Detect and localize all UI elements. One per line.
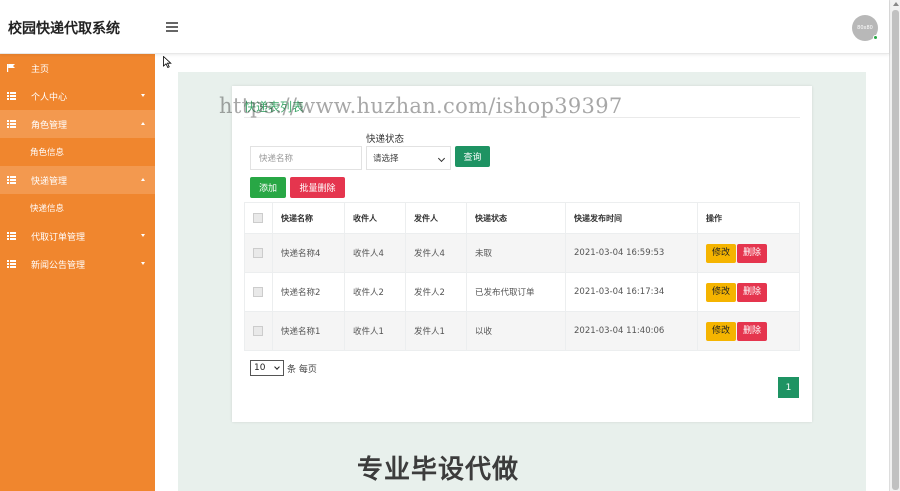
cell-sender: 发件人2 bbox=[405, 272, 467, 312]
list-icon bbox=[7, 120, 16, 128]
sidebar-item-label: 代取订单管理 bbox=[31, 232, 86, 243]
row-checkbox[interactable] bbox=[253, 325, 263, 336]
cell-time: 2021-03-04 16:59:53 bbox=[565, 233, 698, 273]
cell-status: 以收 bbox=[466, 311, 566, 351]
edit-button[interactable]: 修改 bbox=[706, 282, 736, 302]
hamburger-menu-icon[interactable] bbox=[166, 22, 178, 32]
sidebar-item-express-management[interactable]: 快递管理 bbox=[0, 166, 155, 194]
status-select[interactable]: 请选择 bbox=[366, 146, 451, 170]
scroll-up-arrow-icon[interactable] bbox=[893, 2, 899, 6]
cell-status: 未取 bbox=[466, 233, 566, 273]
watermark-text: https://www.huzhan.com/ishop39397 bbox=[219, 94, 623, 118]
column-header: 收件人 bbox=[344, 202, 406, 234]
cell-name: 快递名称2 bbox=[272, 272, 345, 312]
promo-text: 专业毕设代做 bbox=[357, 455, 520, 485]
page-button-current[interactable]: 1 bbox=[778, 377, 799, 398]
status-select-value: 请选择 bbox=[373, 154, 399, 164]
status-filter-label: 快递状态 bbox=[366, 134, 405, 145]
cell-actions: 修改 删除 bbox=[697, 311, 800, 351]
list-icon bbox=[7, 92, 16, 100]
sidebar-item-news-management[interactable]: 新闻公告管理 bbox=[0, 250, 155, 278]
avatar-text: 80x80 bbox=[857, 25, 873, 31]
search-button[interactable]: 查询 bbox=[455, 146, 490, 167]
page-size-value: 10 bbox=[254, 363, 266, 373]
flag-icon bbox=[7, 64, 15, 72]
row-select-cell bbox=[244, 272, 273, 312]
batch-delete-button[interactable]: 批量删除 bbox=[290, 177, 345, 198]
column-header: 发件人 bbox=[405, 202, 467, 234]
page-scrollbar[interactable] bbox=[889, 0, 900, 491]
delete-button[interactable]: 删除 bbox=[737, 243, 767, 263]
table-header-row: 快递名称 收件人 发件人 快递状态 快递发布时间 操作 bbox=[244, 202, 800, 234]
sidebar-item-label: 快递管理 bbox=[31, 176, 68, 187]
cell-actions: 修改 删除 bbox=[697, 272, 800, 312]
column-header: 快递发布时间 bbox=[565, 202, 698, 234]
express-name-input[interactable]: 快递名称 bbox=[250, 146, 362, 170]
table-row: 快递名称2 收件人2 发件人2 已发布代取订单 2021-03-04 16:17… bbox=[244, 272, 800, 312]
list-icon bbox=[7, 176, 16, 184]
sidebar-item-label: 个人中心 bbox=[31, 92, 68, 103]
column-header: 操作 bbox=[697, 202, 800, 234]
row-checkbox[interactable] bbox=[253, 286, 263, 297]
table-row: 快递名称1 收件人1 发件人1 以收 2021-03-04 11:40:06 修… bbox=[244, 311, 800, 351]
online-status-dot bbox=[873, 35, 878, 40]
cell-name: 快递名称1 bbox=[272, 311, 345, 351]
cell-time: 2021-03-04 16:17:34 bbox=[565, 272, 698, 312]
add-button[interactable]: 添加 bbox=[250, 177, 286, 198]
sidebar-item-label: 角色管理 bbox=[31, 120, 68, 131]
cell-sender: 发件人4 bbox=[405, 233, 467, 273]
chevron-down-icon bbox=[437, 154, 446, 163]
chevron-up-icon bbox=[141, 178, 145, 181]
row-checkbox[interactable] bbox=[253, 247, 263, 258]
avatar[interactable]: 80x80 bbox=[852, 15, 878, 41]
chevron-down-icon bbox=[141, 94, 145, 97]
select-all-cell bbox=[244, 202, 273, 234]
cell-receiver: 收件人4 bbox=[344, 233, 406, 273]
select-all-checkbox[interactable] bbox=[253, 213, 263, 223]
sidebar-item-personal-center[interactable]: 个人中心 bbox=[0, 82, 155, 110]
top-header: 校园快递代取系统 80x80 bbox=[0, 0, 889, 54]
cell-time: 2021-03-04 11:40:06 bbox=[565, 311, 698, 351]
page-size-label: 条 每页 bbox=[287, 365, 317, 375]
cell-actions: 修改 删除 bbox=[697, 233, 800, 273]
sidebar-item-role-management[interactable]: 角色管理 bbox=[0, 110, 155, 138]
scrollbar-thumb[interactable] bbox=[892, 10, 899, 490]
cell-status: 已发布代取订单 bbox=[466, 272, 566, 312]
row-select-cell bbox=[244, 233, 273, 273]
sidebar-item-label: 新闻公告管理 bbox=[31, 260, 86, 271]
list-icon bbox=[7, 232, 16, 240]
delete-button[interactable]: 删除 bbox=[737, 321, 767, 341]
sidebar-item-home[interactable]: 主页 bbox=[0, 54, 155, 82]
sidebar: 主页 个人中心 角色管理 角色信息 快递管理 快递信息 代取订单管理 新闻公告管… bbox=[0, 54, 155, 491]
edit-button[interactable]: 修改 bbox=[706, 321, 736, 341]
row-select-cell bbox=[244, 311, 273, 351]
express-table: 快递名称 收件人 发件人 快递状态 快递发布时间 操作 快递名称4 收件人4 发… bbox=[244, 202, 800, 351]
cell-name: 快递名称4 bbox=[272, 233, 345, 273]
sidebar-item-order-management[interactable]: 代取订单管理 bbox=[0, 222, 155, 250]
table-row: 快递名称4 收件人4 发件人4 未取 2021-03-04 16:59:53 修… bbox=[244, 233, 800, 273]
edit-button[interactable]: 修改 bbox=[706, 243, 736, 263]
chevron-up-icon bbox=[141, 122, 145, 125]
chevron-down-icon bbox=[141, 234, 145, 237]
column-header: 快递名称 bbox=[272, 202, 345, 234]
app-title: 校园快递代取系统 bbox=[8, 21, 120, 37]
chevron-down-icon bbox=[141, 262, 145, 265]
cell-receiver: 收件人1 bbox=[344, 311, 406, 351]
delete-button[interactable]: 删除 bbox=[737, 282, 767, 302]
page-size-select[interactable]: 10 bbox=[250, 360, 284, 376]
list-icon bbox=[7, 260, 16, 268]
column-header: 快递状态 bbox=[466, 202, 566, 234]
cell-receiver: 收件人2 bbox=[344, 272, 406, 312]
sidebar-item-label: 主页 bbox=[31, 64, 50, 75]
sidebar-subitem-role-info[interactable]: 角色信息 bbox=[0, 138, 155, 166]
chevron-down-icon bbox=[274, 364, 280, 370]
sidebar-subitem-express-info[interactable]: 快递信息 bbox=[0, 194, 155, 222]
cell-sender: 发件人1 bbox=[405, 311, 467, 351]
